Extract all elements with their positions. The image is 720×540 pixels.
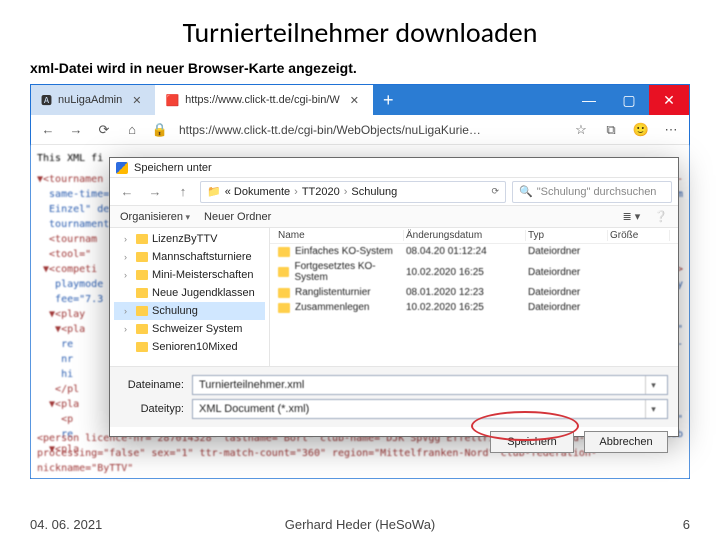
more-icon[interactable]: ⋯ [661,122,681,138]
slide-title: Turnierteilnehmer downloaden [30,15,690,50]
slide-footer: 04. 06. 2021 Gerhard Heder (HeSoWa) 6 [30,517,690,532]
close-window-button[interactable]: ✕ [649,85,689,115]
favorite-icon[interactable]: ☆ [571,122,591,138]
view-icon[interactable]: ≣ ▾ [623,210,641,223]
col-size[interactable]: Größe [610,230,670,241]
col-modified[interactable]: Änderungsdatum [406,230,526,241]
filename-label: Dateiname: [120,379,184,391]
profile-icon[interactable]: 🙂 [631,122,651,138]
tree-item: Senioren10Mixed [114,338,265,356]
nav-back-icon[interactable]: ← [39,122,57,137]
breadcrumb[interactable]: 📁 « Dokumente› TT2020› Schulung ⟳ [200,181,506,203]
list-item: Zusammenlegen10.02.2020 16:25Dateiordner [270,300,678,315]
home-icon[interactable]: ⌂ [123,122,141,137]
list-item: Fortgesetztes KO-System10.02.2020 16:25D… [270,259,678,285]
window-controls: — ▢ ✕ [569,85,689,115]
help-icon[interactable]: ❔ [654,210,668,223]
tab-close-icon[interactable]: ✕ [128,94,145,107]
list-item: Einfaches KO-System08.04.20 01:12:24Date… [270,244,678,259]
dialog-title: Speichern unter [134,162,212,174]
browser-tab-2[interactable]: 🟥 https://www.click-tt.de/cgi-bin/W ✕ [155,85,373,115]
filename-field[interactable]: Turnierteilnehmer.xml▾ [192,375,668,395]
organize-menu[interactable]: Organisieren [120,211,190,223]
col-type[interactable]: Typ [528,230,608,241]
filetype-field[interactable]: XML Document (*.xml)▾ [192,399,668,419]
tree-item: ›Schweizer System [114,320,265,338]
footer-author: Gerhard Heder (HeSoWa) [285,517,436,532]
collections-icon[interactable]: ⧉ [601,122,621,138]
dlg-back-icon[interactable]: ← [116,181,138,203]
save-as-dialog: Speichern unter ← → ↑ 📁 « Dokumente› TT2… [109,157,679,437]
slide-subtitle: xml-Datei wird in neuer Browser-Karte an… [30,60,690,76]
tree-item: ›LizenzByTTV [114,230,265,248]
shield-icon [116,162,128,174]
reload-icon[interactable]: ⟳ [95,122,113,138]
maximize-button[interactable]: ▢ [609,85,649,115]
browser-titlebar: 🅰 nuLigaAdmin ✕ 🟥 https://www.click-tt.d… [31,85,689,115]
tree-item-selected: ›Schulung [114,302,265,320]
tab-label: https://www.click-tt.de/cgi-bin/W [185,94,340,106]
col-name[interactable]: Name [278,230,404,241]
dlg-fwd-icon[interactable]: → [144,181,166,203]
list-item: Ranglistenturnier08.01.2020 12:23Dateior… [270,285,678,300]
lock-icon: 🔒 [151,122,169,138]
tab-favicon: 🅰 [41,92,52,108]
new-tab-button[interactable]: + [373,85,404,115]
filetype-label: Dateityp: [120,403,184,415]
footer-page: 6 [683,517,690,532]
address-bar: ← → ⟳ ⌂ 🔒 https://www.click-tt.de/cgi-bi… [31,115,689,145]
tree-item: Neue Jugendklassen [114,284,265,302]
tree-item: ›Mannschaftsturniere [114,248,265,266]
browser-window: 🅰 nuLigaAdmin ✕ 🟥 https://www.click-tt.d… [30,84,690,479]
file-list[interactable]: Name Änderungsdatum Typ Größe Einfaches … [270,228,678,366]
save-button[interactable]: Speichern [490,431,574,453]
dlg-up-icon[interactable]: ↑ [172,181,194,203]
new-folder-button[interactable]: Neuer Ordner [204,211,271,223]
footer-date: 04. 06. 2021 [30,517,102,532]
tree-item: ›Mini-Meisterschaften [114,266,265,284]
browser-tab-1[interactable]: 🅰 nuLigaAdmin ✕ [31,85,155,115]
search-icon: 🔍 [519,185,533,198]
folder-tree[interactable]: ›LizenzByTTV ›Mannschaftsturniere ›Mini-… [110,228,270,366]
tab-label: nuLigaAdmin [58,94,122,106]
search-input[interactable]: 🔍 "Schulung" durchsuchen [512,181,672,203]
nav-forward-icon[interactable]: → [67,122,85,137]
url-text[interactable]: https://www.click-tt.de/cgi-bin/WebObjec… [179,123,561,137]
minimize-button[interactable]: — [569,85,609,115]
tab-close-icon[interactable]: ✕ [346,94,363,107]
cancel-button[interactable]: Abbrechen [584,431,668,453]
tab-favicon: 🟥 [165,94,179,107]
